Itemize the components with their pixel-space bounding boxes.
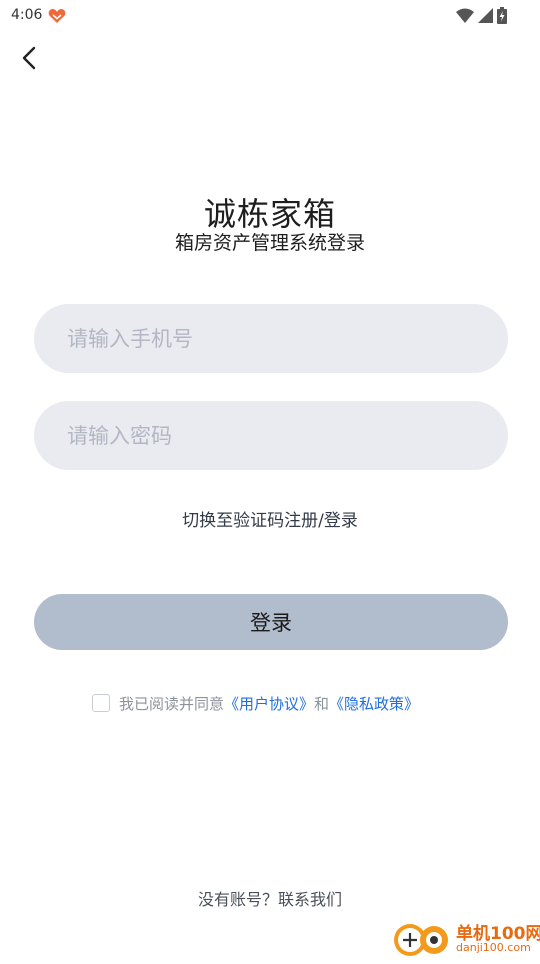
login-button[interactable]: 登录: [34, 594, 508, 650]
watermark-logo: 单机100网 danji100.com: [390, 918, 540, 960]
chevron-left-icon: [22, 46, 36, 70]
signal-icon: [478, 7, 493, 23]
page-title: 诚栋家箱: [203, 195, 336, 233]
phone-input[interactable]: [34, 304, 508, 373]
agreement-row: 我已阅读并同意 《用户协议》 和 《隐私政策》: [92, 692, 419, 714]
battery-charging-icon: [497, 6, 507, 24]
password-input[interactable]: [34, 401, 508, 470]
back-button[interactable]: [14, 42, 46, 74]
status-icons: [456, 6, 507, 24]
contact-us-link[interactable]: 没有账号？联系我们: [0, 889, 540, 911]
status-time: 4:06: [11, 7, 43, 23]
phone-field: [34, 304, 508, 373]
page-subtitle: 箱房资产管理系统登录: [174, 232, 365, 254]
watermark-url: danji100.com: [456, 941, 531, 954]
user-agreement-link[interactable]: 《用户协议》: [224, 693, 314, 714]
password-field: [34, 401, 508, 470]
watermark-icon: [394, 924, 448, 956]
agreement-checkbox[interactable]: [92, 694, 110, 712]
wifi-icon: [456, 8, 474, 23]
status-bar: 4:06: [0, 0, 540, 32]
heart-app-icon: [48, 8, 66, 24]
agreement-connector: 和: [314, 694, 330, 713]
switch-to-code-login-link[interactable]: 切换至验证码注册/登录: [0, 509, 540, 533]
agreement-prefix: 我已阅读并同意: [119, 694, 225, 713]
privacy-policy-link[interactable]: 《隐私政策》: [329, 693, 419, 714]
